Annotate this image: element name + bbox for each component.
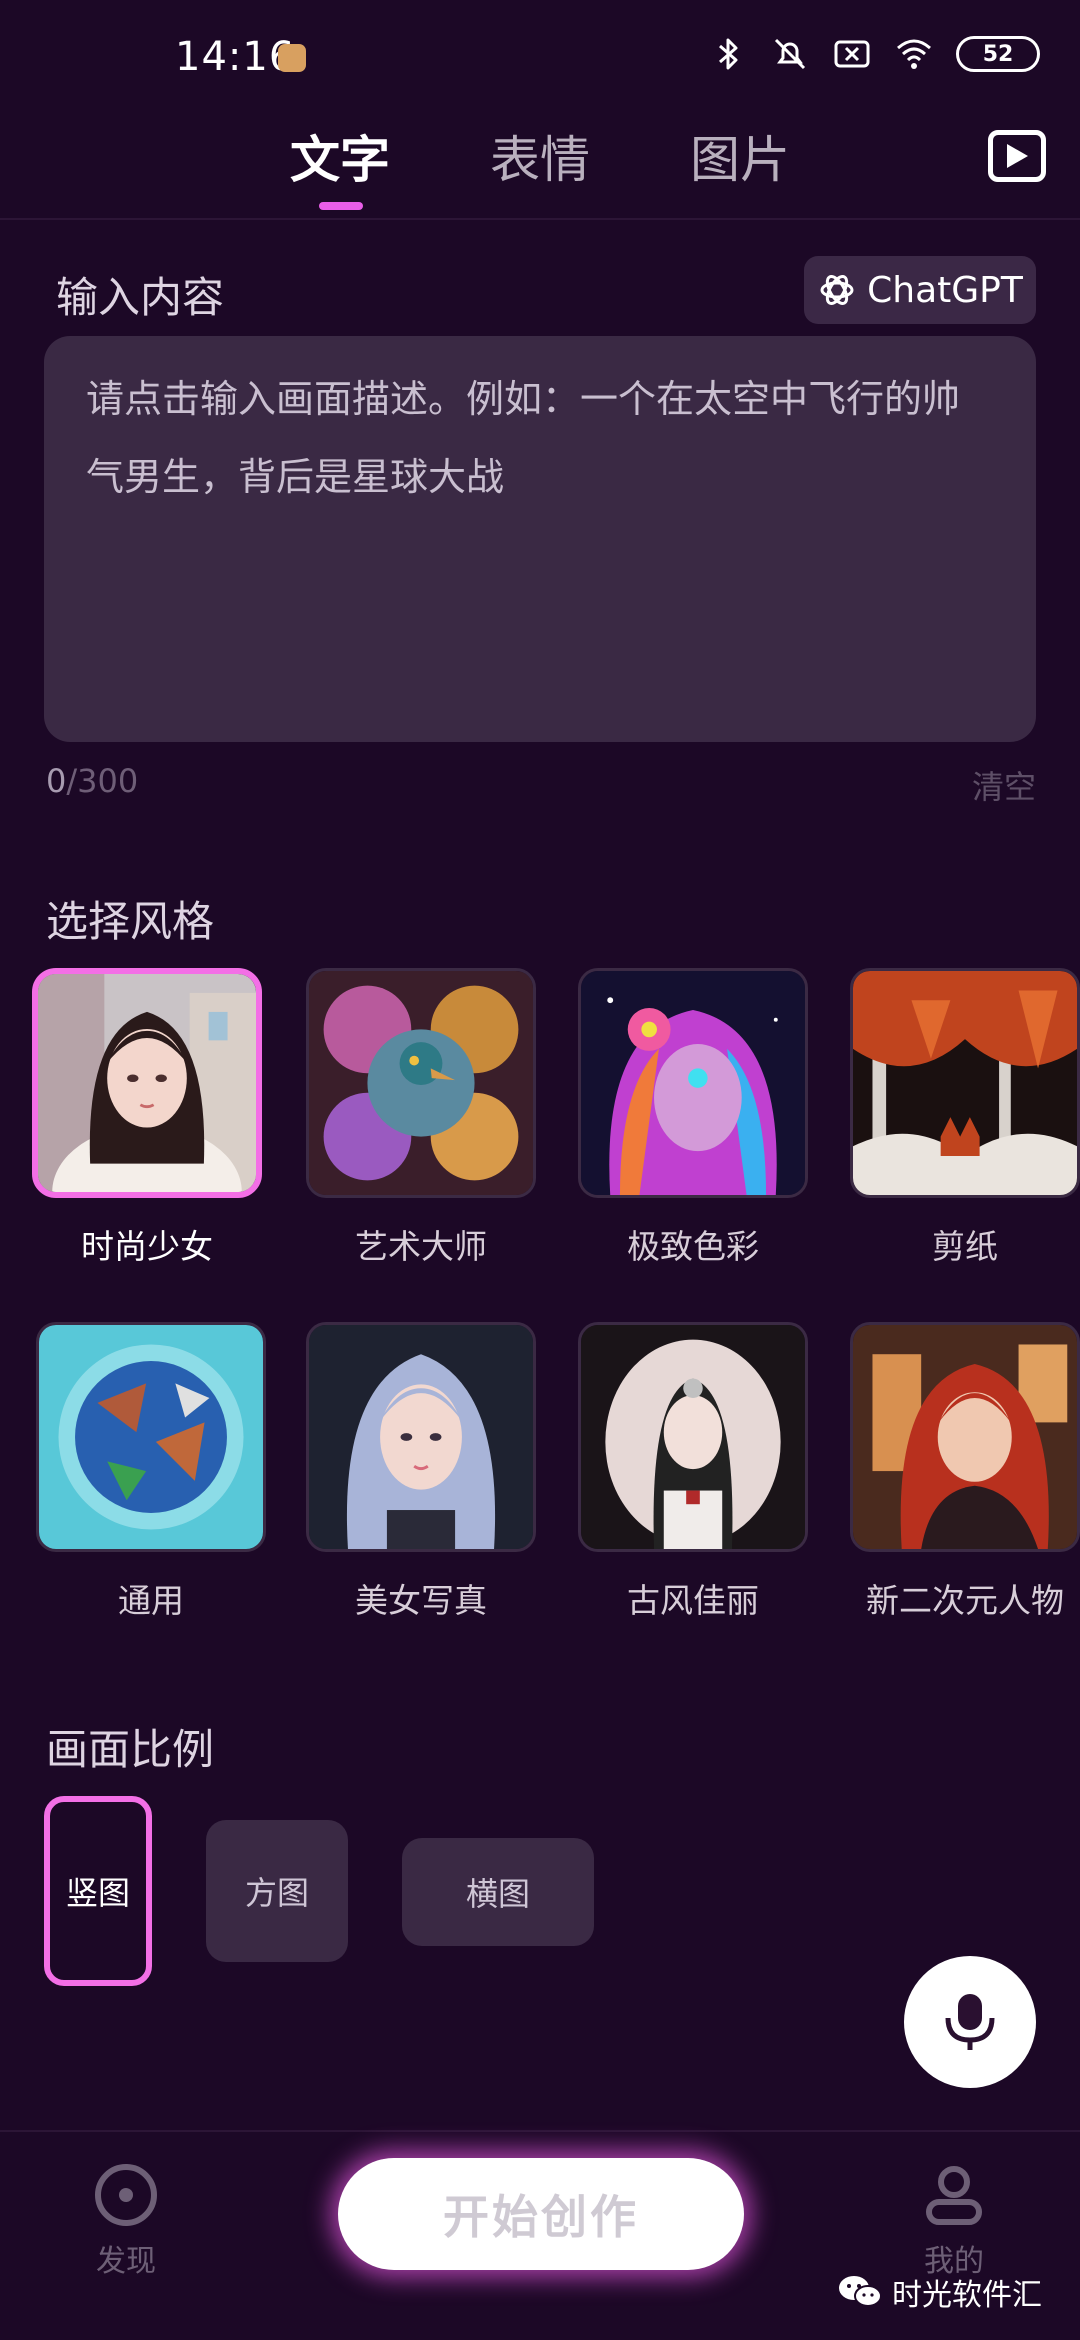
top-tabs: 文字 表情 图片 bbox=[0, 120, 1080, 220]
microphone-icon bbox=[945, 1994, 995, 2050]
watermark: 时光软件汇 bbox=[838, 2270, 1042, 2314]
style-name: 美女写真 bbox=[355, 1581, 487, 1620]
notification-app-icon bbox=[278, 44, 306, 72]
bluetooth-icon bbox=[719, 38, 738, 70]
style-card-beauty-portrait[interactable]: 美女写真 bbox=[306, 1322, 536, 1622]
style-thumbnail bbox=[850, 1322, 1080, 1552]
style-card-anime-character[interactable]: 新二次元人物 bbox=[850, 1322, 1080, 1622]
mute-icon bbox=[774, 38, 806, 70]
clear-button[interactable]: 清空 bbox=[972, 762, 1036, 808]
tab-emoji[interactable]: 表情 bbox=[490, 120, 590, 192]
style-thumbnail bbox=[306, 968, 536, 1198]
style-name: 艺术大师 bbox=[355, 1227, 487, 1266]
video-tutorial-button[interactable] bbox=[988, 130, 1046, 182]
battery-indicator: 52 bbox=[956, 36, 1040, 72]
ratio-landscape-button[interactable]: 横图 bbox=[402, 1838, 594, 1946]
status-icons: 52 bbox=[708, 34, 1040, 74]
ratio-section-label: 画面比例 bbox=[46, 1725, 215, 1774]
openai-icon bbox=[820, 275, 854, 305]
nav-discover[interactable]: 发现 bbox=[56, 2162, 196, 2280]
style-name: 时尚少女 bbox=[81, 1227, 213, 1266]
style-card-general[interactable]: 通用 bbox=[36, 1322, 266, 1622]
chatgpt-button[interactable]: ChatGPT bbox=[804, 256, 1036, 324]
nav-mine[interactable]: 我的 bbox=[884, 2162, 1024, 2280]
char-max: /300 bbox=[66, 762, 139, 800]
play-icon bbox=[1007, 144, 1028, 168]
style-card-fashion-girl[interactable]: 时尚少女 bbox=[32, 968, 262, 1268]
wechat-icon bbox=[839, 2276, 882, 2307]
style-card-art-master[interactable]: 艺术大师 bbox=[306, 968, 536, 1268]
char-count: 0 bbox=[46, 762, 67, 800]
style-section-label: 选择风格 bbox=[46, 897, 215, 946]
watermark-text: 时光软件汇 bbox=[892, 2278, 1042, 2313]
input-section-label: 输入内容 bbox=[56, 273, 225, 322]
wifi-icon bbox=[897, 39, 931, 69]
voice-input-button[interactable] bbox=[904, 1956, 1036, 2088]
style-thumbnail bbox=[578, 1322, 808, 1552]
style-thumbnail bbox=[36, 1322, 266, 1552]
style-thumbnail bbox=[32, 968, 262, 1198]
prompt-input-box[interactable] bbox=[44, 336, 1036, 742]
style-name: 新二次元人物 bbox=[866, 1581, 1064, 1620]
active-tab-indicator bbox=[319, 202, 363, 210]
tab-image[interactable]: 图片 bbox=[690, 120, 790, 192]
char-counter: 0/300 bbox=[46, 762, 138, 800]
profile-icon bbox=[926, 2166, 982, 2225]
tab-text[interactable]: 文字 bbox=[290, 120, 390, 192]
style-card-ancient-beauty[interactable]: 古风佳丽 bbox=[578, 1322, 808, 1622]
style-name: 通用 bbox=[118, 1581, 184, 1620]
style-name: 古风佳丽 bbox=[627, 1581, 759, 1620]
nav-discover-label: 发现 bbox=[96, 2244, 156, 2279]
style-card-extreme-color[interactable]: 极致色彩 bbox=[578, 968, 808, 1268]
divider bbox=[0, 218, 1080, 220]
start-create-button[interactable]: 开始创作 bbox=[338, 2158, 744, 2270]
style-thumbnail bbox=[850, 968, 1080, 1198]
style-thumbnail bbox=[578, 968, 808, 1198]
chatgpt-label: ChatGPT bbox=[867, 269, 1023, 311]
style-thumbnail bbox=[306, 1322, 536, 1552]
prompt-textarea[interactable] bbox=[86, 360, 994, 718]
ratio-square-button[interactable]: 方图 bbox=[206, 1820, 348, 1962]
discover-icon bbox=[95, 2164, 157, 2226]
style-name: 剪纸 bbox=[932, 1227, 998, 1266]
ratio-portrait-button[interactable]: 竖图 bbox=[44, 1796, 152, 1986]
style-name: 极致色彩 bbox=[627, 1227, 759, 1266]
no-sim-icon bbox=[834, 40, 870, 68]
style-card-paper-cut[interactable]: 剪纸 bbox=[850, 968, 1080, 1268]
